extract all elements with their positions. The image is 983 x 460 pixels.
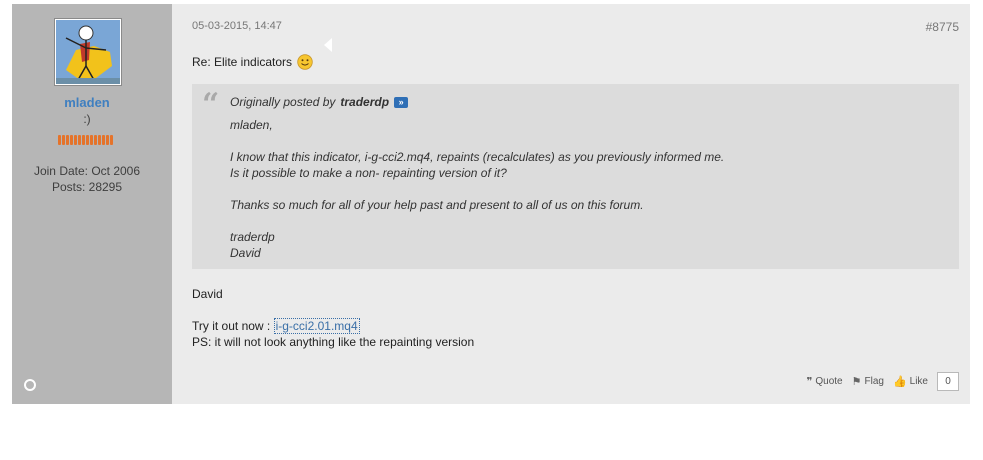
quote-line: Is it possible to make a non- repainting… <box>230 166 507 180</box>
like-count: 0 <box>937 372 959 391</box>
body-greeting: David <box>192 287 223 301</box>
avatar[interactable] <box>54 18 122 86</box>
post-controls: ❞ Quote ⚑ Flag 👍 Like 0 <box>806 372 959 391</box>
body-try-line: Try it out now : i-g-cci2.01.mq4 <box>192 318 474 334</box>
body-ps: PS: it will not look anything like the r… <box>192 335 475 349</box>
quote-prefix: Originally posted by <box>230 95 336 109</box>
quote-line: I know that this indicator, i-g-cci2.mq4… <box>230 150 725 164</box>
quote-button-label: Quote <box>815 376 843 387</box>
attachment-link[interactable]: i-g-cci2.01.mq4 <box>273 318 360 334</box>
post-number-link[interactable]: #8775 <box>926 20 959 34</box>
quote-line: Thanks so much for all of your help past… <box>230 198 644 212</box>
post-count: Posts: 28295 <box>51 180 123 194</box>
forum-post: mladen :) Join Date: Oct 2006 Posts: 282… <box>12 4 970 404</box>
body-try-prefix: Try it out now : <box>192 319 271 333</box>
flag-button[interactable]: ⚑ Flag <box>852 375 884 388</box>
quote-mark-icon: “ <box>202 87 220 122</box>
join-date: Join Date: Oct 2006 <box>33 164 141 178</box>
like-button-label: Like <box>909 376 928 387</box>
reputation-bar <box>58 135 113 145</box>
post-content: 05-03-2015, 14:47 #8775 Re: Elite indica… <box>172 4 970 404</box>
flag-icon: ⚑ <box>851 376 862 388</box>
user-info-panel: mladen :) Join Date: Oct 2006 Posts: 282… <box>12 4 172 404</box>
online-status-icon <box>24 379 36 391</box>
post-title-text: Re: Elite indicators <box>192 55 293 69</box>
quote-line: mladen, <box>230 118 273 132</box>
speech-arrow <box>324 38 332 52</box>
quote-header: Originally posted by traderdp » <box>230 95 409 109</box>
user-title: :) <box>83 112 91 126</box>
quote-line: traderdp <box>230 230 275 244</box>
quote-body: mladen, I know that this indicator, i-g-… <box>230 117 724 261</box>
post-date: 05-03-2015, 14:47 <box>192 20 282 32</box>
post-body: David Try it out now : i-g-cci2.01.mq4 P… <box>192 286 474 350</box>
smiley-icon <box>297 54 313 70</box>
quote-author: traderdp <box>340 95 390 109</box>
quote-line: David <box>230 246 261 260</box>
username-link[interactable]: mladen <box>12 95 162 110</box>
quote-block: “ Originally posted by traderdp » mladen… <box>192 84 959 269</box>
view-post-icon[interactable]: » <box>394 96 409 108</box>
flag-button-label: Flag <box>864 376 884 387</box>
quote-button[interactable]: ❞ Quote <box>806 375 842 388</box>
thumbs-up-icon: 👍 <box>892 376 907 388</box>
like-button[interactable]: 👍 Like <box>893 375 928 388</box>
post-title: Re: Elite indicators <box>192 54 313 70</box>
quote-icon: ❞ <box>806 376 813 388</box>
